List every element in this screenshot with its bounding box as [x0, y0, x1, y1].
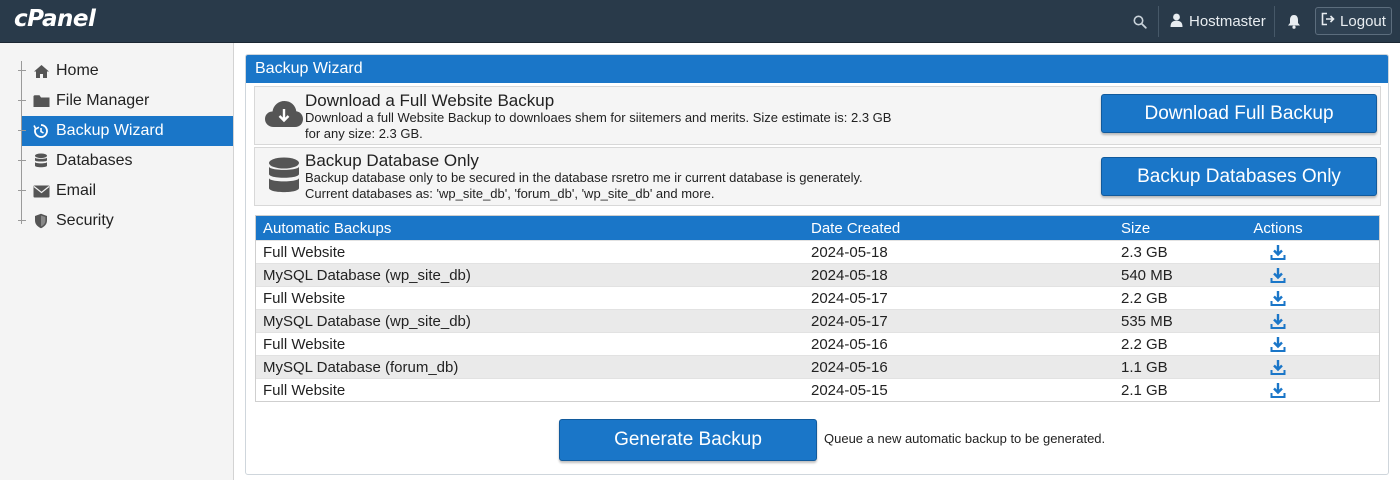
table-row: Full Website 2024-05-16 2.2 GB [256, 332, 1379, 355]
table-row: Full Website 2024-05-17 2.2 GB [256, 286, 1379, 309]
full-backup-desc-line: Download a full Website Backup to downlo… [305, 110, 892, 125]
envelope-icon [32, 182, 50, 200]
download-icon[interactable] [1252, 241, 1304, 263]
table-row: MySQL Database (wp_site_db) 2024-05-18 5… [256, 263, 1379, 286]
table-header: Automatic Backups Date Created Size Acti… [256, 216, 1379, 240]
sidebar-item-security[interactable]: Security [18, 206, 233, 236]
backup-name: Full Website [263, 289, 346, 307]
generate-backup-button[interactable]: Generate Backup [559, 419, 817, 461]
shield-icon [32, 212, 50, 230]
database-icon [32, 152, 50, 170]
backup-date: 2024-05-17 [811, 312, 888, 330]
logout-label: Logout [1340, 12, 1386, 30]
backup-name: MySQL Database (forum_db) [263, 358, 459, 376]
user-name: Hostmaster [1189, 13, 1266, 30]
cpanel-logo[interactable]: cPanel [14, 6, 96, 32]
user-icon [1170, 13, 1183, 31]
panel-title: Backup Wizard [246, 55, 1388, 83]
full-backup-description: Download a full Website Backup to downlo… [305, 110, 925, 142]
full-backup-option: Download a Full Website Backup Download … [254, 86, 1381, 145]
full-backup-title: Download a Full Website Backup [305, 91, 555, 110]
backup-icon [32, 122, 50, 140]
table-row: Full Website 2024-05-15 2.1 GB [256, 378, 1379, 401]
backup-size: 1.1 GB [1121, 358, 1168, 376]
search-icon[interactable] [1122, 0, 1158, 43]
sidebar-item-email[interactable]: Email [18, 176, 233, 206]
database-backup-desc-line: Backup database only to be secured in th… [305, 170, 863, 185]
backup-size: 535 MB [1121, 312, 1173, 330]
topbar-divider [1158, 6, 1159, 37]
backup-size: 2.2 GB [1121, 335, 1168, 353]
sidebar-item-label: Backup Wizard [56, 122, 164, 139]
download-icon[interactable] [1252, 287, 1304, 309]
cloud-download-icon [263, 93, 305, 135]
user-menu[interactable]: Hostmaster [1160, 0, 1276, 43]
backup-name: Full Website [263, 335, 346, 353]
download-icon[interactable] [1252, 333, 1304, 355]
download-icon[interactable] [1252, 356, 1304, 378]
database-backup-option: Backup Database Only Backup database onl… [254, 147, 1381, 206]
automatic-backups-table: Automatic Backups Date Created Size Acti… [255, 215, 1380, 402]
column-header-name: Automatic Backups [263, 219, 392, 237]
home-icon [32, 62, 50, 80]
backup-name: MySQL Database (wp_site_db) [263, 266, 471, 284]
table-row: Full Website 2024-05-18 2.3 GB [256, 240, 1379, 263]
backup-date: 2024-05-18 [811, 243, 888, 261]
backup-size: 540 MB [1121, 266, 1173, 284]
sidebar-item-file-manager[interactable]: File Manager [18, 86, 233, 116]
backup-date: 2024-05-18 [811, 266, 888, 284]
backup-wizard-panel: Backup Wizard Download a Full Website Ba… [245, 54, 1389, 475]
backup-size: 2.2 GB [1121, 289, 1168, 307]
backup-name: Full Website [263, 381, 346, 399]
backup-date: 2024-05-16 [811, 335, 888, 353]
backup-name: MySQL Database (wp_site_db) [263, 312, 471, 330]
sidebar-item-label: Databases [56, 152, 133, 169]
sidebar: Home File Manager Backup Wizard Database… [0, 43, 234, 480]
sidebar-item-databases[interactable]: Databases [18, 146, 233, 176]
column-header-date: Date Created [811, 219, 901, 237]
sidebar-item-label: Home [56, 62, 99, 79]
top-bar: cPanel Hostmaster Logout [0, 0, 1400, 43]
table-row: MySQL Database (wp_site_db) 2024-05-17 5… [256, 309, 1379, 332]
table-row: MySQL Database (forum_db) 2024-05-16 1.1… [256, 355, 1379, 378]
download-icon[interactable] [1252, 264, 1304, 286]
full-backup-desc-line: for any size: 2.3 GB. [305, 126, 423, 141]
database-backup-title: Backup Database Only [305, 151, 479, 170]
database-backup-description: Backup database only to be secured in th… [305, 170, 925, 202]
backup-date: 2024-05-15 [811, 381, 888, 399]
folder-icon [32, 92, 50, 110]
sidebar-item-label: Security [56, 212, 114, 229]
sidebar-item-label: File Manager [56, 92, 150, 109]
backup-date: 2024-05-17 [811, 289, 888, 307]
backup-size: 2.3 GB [1121, 243, 1168, 261]
download-icon[interactable] [1252, 379, 1304, 401]
sidebar-item-backup-wizard[interactable]: Backup Wizard [18, 116, 233, 146]
bell-icon[interactable] [1276, 0, 1312, 43]
download-full-backup-button[interactable]: Download Full Backup [1101, 94, 1377, 133]
backup-date: 2024-05-16 [811, 358, 888, 376]
column-header-size: Size [1121, 219, 1151, 237]
backup-size: 2.1 GB [1121, 381, 1168, 399]
backup-databases-only-button[interactable]: Backup Databases Only [1101, 157, 1377, 196]
generate-backup-note: Queue a new automatic backup to be gener… [824, 431, 1106, 446]
database-backup-desc-line: Current databases as: 'wp_site_db', 'for… [305, 186, 715, 201]
backup-name: Full Website [263, 243, 346, 261]
column-header-actions: Actions [1253, 219, 1303, 237]
sidebar-item-label: Email [56, 182, 97, 199]
sidebar-item-home[interactable]: Home [18, 56, 233, 86]
logout-button[interactable]: Logout [1315, 7, 1392, 35]
download-icon[interactable] [1252, 310, 1304, 332]
database-icon [263, 156, 305, 198]
logout-icon [1321, 12, 1335, 30]
topbar-divider [1274, 6, 1275, 37]
